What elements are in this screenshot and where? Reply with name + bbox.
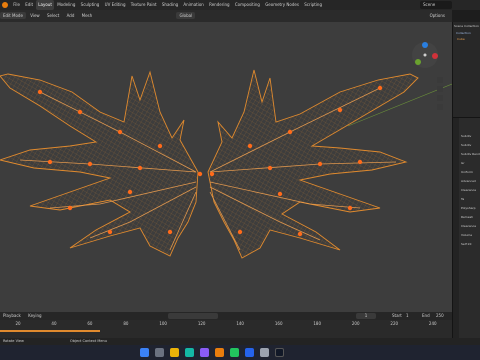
menu-playback[interactable]: Playback bbox=[0, 313, 24, 318]
store-icon[interactable] bbox=[200, 348, 209, 357]
outliner-row-cube[interactable]: Cube bbox=[453, 36, 480, 42]
wing-mesh-wireframe bbox=[0, 69, 452, 259]
menu-mesh[interactable]: Mesh bbox=[79, 10, 96, 22]
windows-icon[interactable] bbox=[140, 348, 149, 357]
zoom-icon[interactable] bbox=[437, 77, 443, 83]
tick-label: 220 bbox=[390, 321, 399, 326]
tab-layout[interactable]: Layout bbox=[36, 0, 54, 10]
mode-dropdown[interactable]: Edit Mode bbox=[0, 12, 26, 19]
options-button[interactable]: Options bbox=[427, 10, 448, 22]
keyframe-strip bbox=[0, 330, 100, 332]
edge-icon[interactable] bbox=[185, 348, 194, 357]
prop-label: Subdiv Rend bbox=[461, 152, 480, 156]
prop-label: Volume bbox=[461, 233, 473, 237]
tick-label: 40 bbox=[51, 321, 57, 326]
tick-label: 160 bbox=[274, 321, 283, 326]
timeline-header: Playback Keying 1 Start 1 End 250 bbox=[0, 312, 452, 320]
terminal-icon[interactable] bbox=[275, 348, 284, 357]
3d-viewport[interactable] bbox=[0, 22, 452, 312]
outliner-panel: Scene Collection Collection Cube bbox=[452, 22, 480, 117]
settings-icon[interactable] bbox=[260, 348, 269, 357]
tab-uv-editing[interactable]: UV Editing bbox=[103, 0, 128, 10]
status-left: Rotate View bbox=[3, 339, 24, 343]
tick-label: 60 bbox=[87, 321, 93, 326]
left-wing bbox=[0, 70, 199, 257]
prop-label: Remesh bbox=[461, 215, 474, 219]
tick-label: 240 bbox=[428, 321, 437, 326]
scene-selector[interactable]: Scene bbox=[420, 1, 452, 9]
menu-keying[interactable]: Keying bbox=[25, 313, 44, 318]
menu-add[interactable]: Add bbox=[64, 10, 78, 22]
tick-label: 20 bbox=[15, 321, 21, 326]
prop-label: Self Int bbox=[461, 242, 472, 246]
tab-shading[interactable]: Shading bbox=[160, 0, 180, 10]
current-frame-field[interactable]: 1 bbox=[356, 313, 376, 319]
tab-rendering[interactable]: Rendering bbox=[207, 0, 231, 10]
tab-animation[interactable]: Animation bbox=[181, 0, 205, 10]
tab-compositing[interactable]: Compositing bbox=[233, 0, 262, 10]
prop-label: Uniform bbox=[461, 170, 473, 174]
tab-geometry-nodes[interactable]: Geometry Nodes bbox=[263, 0, 301, 10]
end-field[interactable]: 250 bbox=[436, 312, 444, 320]
menu-select[interactable]: Select bbox=[44, 10, 62, 22]
right-wing bbox=[207, 69, 419, 259]
tab-modeling[interactable]: Modeling bbox=[55, 0, 77, 10]
prop-label: Clearance bbox=[461, 188, 477, 192]
start-label: Start bbox=[392, 313, 402, 318]
status-right: Object Context Menu bbox=[70, 339, 107, 343]
tick-label: 80 bbox=[123, 321, 129, 326]
prop-label: Advanced bbox=[461, 179, 476, 183]
top-bar: File Edit Layout Modeling Sculpting UV E… bbox=[0, 0, 480, 10]
viewport-header: Edit Mode View Select Add Mesh Global Op… bbox=[0, 10, 452, 22]
prop-label: Gr bbox=[461, 161, 465, 165]
start-field[interactable]: 1 bbox=[406, 312, 409, 320]
camera-view-icon[interactable] bbox=[437, 95, 443, 101]
properties-panel: Subdiv Subdiv Subdiv Rend Gr Uniform Adv… bbox=[452, 117, 480, 346]
prop-label: Subdiv bbox=[461, 134, 472, 138]
menu-view[interactable]: View bbox=[27, 10, 43, 22]
blender-logo-icon[interactable] bbox=[2, 2, 8, 8]
tick-label: 140 bbox=[236, 321, 244, 326]
tick-label: 100 bbox=[159, 321, 167, 326]
end-label: End bbox=[422, 313, 430, 318]
timeline-track[interactable]: 20 40 60 80 100 120 140 160 180 200 220 … bbox=[0, 320, 452, 338]
outliner-row-scene-collection[interactable]: Scene Collection bbox=[453, 22, 480, 30]
menu-file[interactable]: File bbox=[11, 0, 22, 10]
tab-sculpting[interactable]: Sculpting bbox=[79, 0, 102, 10]
prop-label: Polysharp bbox=[461, 206, 476, 210]
tick-label: 200 bbox=[351, 321, 360, 326]
search-icon[interactable] bbox=[155, 348, 164, 357]
mail-icon[interactable] bbox=[245, 348, 254, 357]
properties-labels: Subdiv Subdiv Subdiv Rend Gr Uniform Adv… bbox=[461, 132, 480, 249]
prop-label: Clearance bbox=[461, 224, 477, 228]
perspective-toggle-icon[interactable] bbox=[437, 104, 443, 110]
transform-orientation-dropdown[interactable]: Global bbox=[176, 12, 196, 19]
tab-texture-paint[interactable]: Texture Paint bbox=[129, 0, 159, 10]
status-bar: Rotate View Object Context Menu bbox=[0, 338, 480, 345]
os-taskbar bbox=[0, 345, 480, 360]
navigation-gizmo[interactable] bbox=[410, 40, 440, 70]
timeline-ruler: 20 40 60 80 100 120 140 160 180 200 220 … bbox=[0, 321, 452, 326]
prop-label: Subdiv bbox=[461, 143, 472, 147]
prop-label: Ta bbox=[461, 197, 465, 201]
playback-controls[interactable] bbox=[168, 313, 218, 319]
chrome-icon[interactable] bbox=[230, 348, 239, 357]
tick-label: 120 bbox=[197, 321, 206, 326]
menu-edit[interactable]: Edit bbox=[23, 0, 35, 10]
files-icon[interactable] bbox=[170, 348, 179, 357]
tab-scripting[interactable]: Scripting bbox=[302, 0, 324, 10]
properties-tab-column bbox=[453, 118, 459, 346]
tick-label: 180 bbox=[313, 321, 322, 326]
pan-hand-icon[interactable] bbox=[437, 86, 443, 92]
blender-icon[interactable] bbox=[215, 348, 224, 357]
